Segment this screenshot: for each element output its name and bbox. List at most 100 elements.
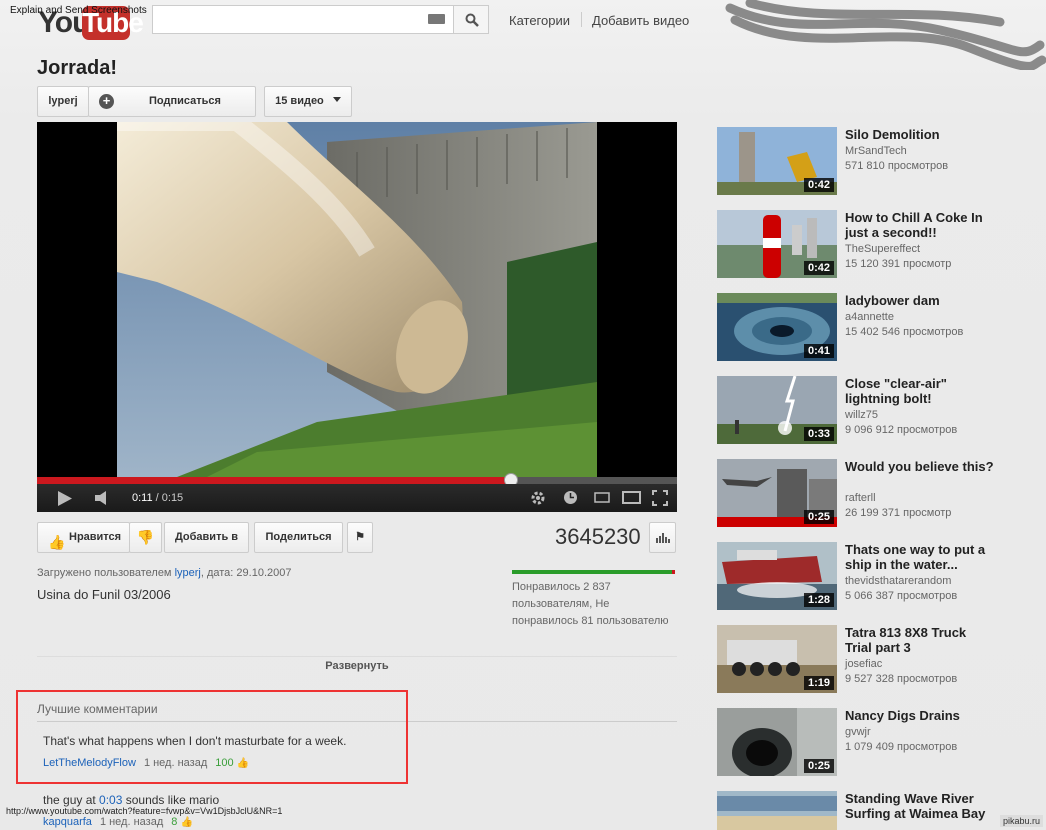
subscribe-button[interactable]: + Подписаться <box>88 86 256 117</box>
related-video-title[interactable]: Thats one way to put a ship in the water… <box>845 542 995 572</box>
comment-author-link[interactable]: kapquarfa <box>43 816 92 828</box>
uploader-link[interactable]: lyperj <box>175 567 201 579</box>
flag-button[interactable]: ⚑ <box>347 522 373 553</box>
video-thumbnail[interactable]: 0:25 <box>717 708 837 776</box>
video-count-label: 15 видео <box>275 95 324 107</box>
related-video-item[interactable]: Standing Wave River Surfing at Waimea Ba… <box>717 791 1037 830</box>
related-video-author: gvwjr <box>845 726 871 738</box>
video-thumbnail[interactable]: 1:19 <box>717 625 837 693</box>
player-controls: 0:11 / 0:15 <box>37 484 677 512</box>
fullscreen-icon[interactable] <box>652 490 668 506</box>
related-video-title[interactable]: Tatra 813 8X8 Truck Trial part 3 <box>845 625 995 655</box>
flag-icon: ⚑ <box>355 531 365 543</box>
chevron-down-icon <box>332 97 341 102</box>
related-video-views: 9 096 912 просмотров <box>845 424 958 436</box>
comment-timestamp-link[interactable]: 0:03 <box>99 793 122 807</box>
video-duration: 0:25 <box>803 759 834 773</box>
video-frame[interactable] <box>117 122 597 477</box>
likes-line-3: понравилось 81 пользователю <box>512 615 669 627</box>
related-video-title[interactable]: Close "clear-air" lightning bolt! <box>845 376 995 406</box>
related-video-views: 1 079 409 просмотров <box>845 741 958 753</box>
watch-later-icon[interactable] <box>563 490 578 505</box>
video-thumbnail[interactable]: 0:42 <box>717 210 837 278</box>
related-video-author: a4annette <box>845 311 894 323</box>
comment-meta: kapquarfa 1 нед. назад 8 👍 <box>43 816 193 828</box>
expand-button[interactable]: Развернуть <box>37 660 677 672</box>
related-video-item[interactable]: 1:28 Thats one way to put a ship in the w… <box>717 542 1037 610</box>
nav-categories[interactable]: Категории <box>509 13 570 28</box>
redaction-scribble <box>725 0 1046 70</box>
related-video-views: 26 199 371 просмотр <box>845 507 952 519</box>
comment-age: 1 нед. назад <box>99 816 164 828</box>
related-video-views: 5 066 387 просмотров <box>845 590 958 602</box>
volume-icon[interactable] <box>95 491 111 505</box>
video-player[interactable]: 0:11 / 0:15 <box>37 122 677 512</box>
video-thumbnail[interactable]: 0:33 <box>717 376 837 444</box>
thumbnail-image <box>717 791 837 830</box>
pikabu-watermark: pikabu.ru <box>1000 815 1044 827</box>
related-video-title[interactable]: Nancy Digs Drains <box>845 708 995 723</box>
likes-line-1: Понравилось 2 837 <box>512 581 611 593</box>
progress-fill <box>37 477 511 484</box>
gear-icon[interactable] <box>530 490 546 506</box>
related-video-views: 15 120 391 просмотр <box>845 258 952 270</box>
related-video-title[interactable]: Silo Demolition <box>845 127 995 142</box>
related-video-views: 15 402 546 просмотров <box>845 326 964 338</box>
stats-button[interactable] <box>649 522 676 553</box>
search-button[interactable] <box>453 5 489 34</box>
related-video-title[interactable]: ladybower dam <box>845 293 995 308</box>
plus-icon: + <box>99 94 114 109</box>
video-thumbnail[interactable]: 0:42 <box>717 127 837 195</box>
keyboard-icon[interactable] <box>428 14 445 24</box>
video-duration: 1:28 <box>803 593 834 607</box>
add-to-button[interactable]: Добавить в <box>164 522 249 553</box>
bar-chart-icon <box>655 533 670 543</box>
dislike-button[interactable]: 👎 <box>129 522 162 553</box>
nav-separator <box>581 12 582 27</box>
related-video-author: TheSupereffect <box>845 243 921 255</box>
uploaded-prefix: Загружено пользователем <box>37 567 172 579</box>
related-video-title[interactable]: How to Chill A Coke In just a second!! <box>845 210 995 240</box>
highlight-box <box>16 690 408 784</box>
like-label: Нравится <box>69 531 122 543</box>
play-icon[interactable] <box>58 491 72 506</box>
comment-text-end: sounds like mario <box>122 793 220 807</box>
related-video-item[interactable]: 0:41 ladybower dam a4annette 15 402 546 про… <box>717 293 1037 361</box>
video-thumbnail[interactable] <box>717 791 837 830</box>
related-video-author: willz75 <box>845 409 879 421</box>
related-video-item[interactable]: 0:25 Would you believe this? rafterll 26 19… <box>717 459 1037 527</box>
channel-link[interactable]: lyperj <box>37 86 89 117</box>
video-duration: 0:42 <box>803 178 834 192</box>
video-duration: 0:25 <box>803 510 834 524</box>
likes-line-2: пользователям, Не <box>512 598 610 610</box>
video-duration: 0:41 <box>803 344 834 358</box>
related-video-author: rafterll <box>845 492 876 504</box>
video-count-dropdown[interactable]: 15 видео <box>264 86 352 117</box>
comment-text: the guy at 0:03 sounds like mario <box>43 793 219 807</box>
related-video-author: MrSandTech <box>845 145 907 157</box>
related-video-item[interactable]: 0:42 Silo Demolition MrSandTech 571 810 про… <box>717 127 1037 195</box>
related-video-item[interactable]: 0:42 How to Chill A Coke In just a second… <box>717 210 1037 278</box>
subscribe-label: Подписаться <box>149 95 221 107</box>
upload-info: Загружено пользователем lyperj, дата: 29… <box>37 567 291 579</box>
nav-add-video[interactable]: Добавить видео <box>592 13 689 28</box>
screenshot-watermark: Explain and Send Screenshots <box>10 5 147 16</box>
video-thumbnail[interactable]: 0:41 <box>717 293 837 361</box>
search-input[interactable] <box>152 5 454 34</box>
related-video-title[interactable]: Would you believe this? <box>845 459 995 474</box>
share-button[interactable]: Поделиться <box>254 522 343 553</box>
comment-score: 8 <box>171 816 178 828</box>
comment-text-start: the guy at <box>43 793 100 807</box>
like-button[interactable]: 👍 Нравится <box>37 522 130 553</box>
video-thumbnail[interactable]: 1:28 <box>717 542 837 610</box>
related-video-title[interactable]: Standing Wave River Surfing at Waimea Ba… <box>845 791 995 821</box>
small-player-icon[interactable] <box>594 492 610 503</box>
like-ratio-bar <box>512 570 675 574</box>
related-video-item[interactable]: 0:33 Close "clear-air" lightning bolt! wil… <box>717 376 1037 444</box>
search-icon <box>465 13 479 27</box>
video-thumbnail[interactable]: 0:25 <box>717 459 837 527</box>
large-player-icon[interactable] <box>622 491 641 504</box>
related-video-item[interactable]: 1:19 Tatra 813 8X8 Truck Trial part 3 jose… <box>717 625 1037 693</box>
related-video-item[interactable]: 0:25 Nancy Digs Drains gvwjr 1 079 409 прос… <box>717 708 1037 776</box>
thumbs-up-icon[interactable]: 👍 <box>180 817 192 828</box>
